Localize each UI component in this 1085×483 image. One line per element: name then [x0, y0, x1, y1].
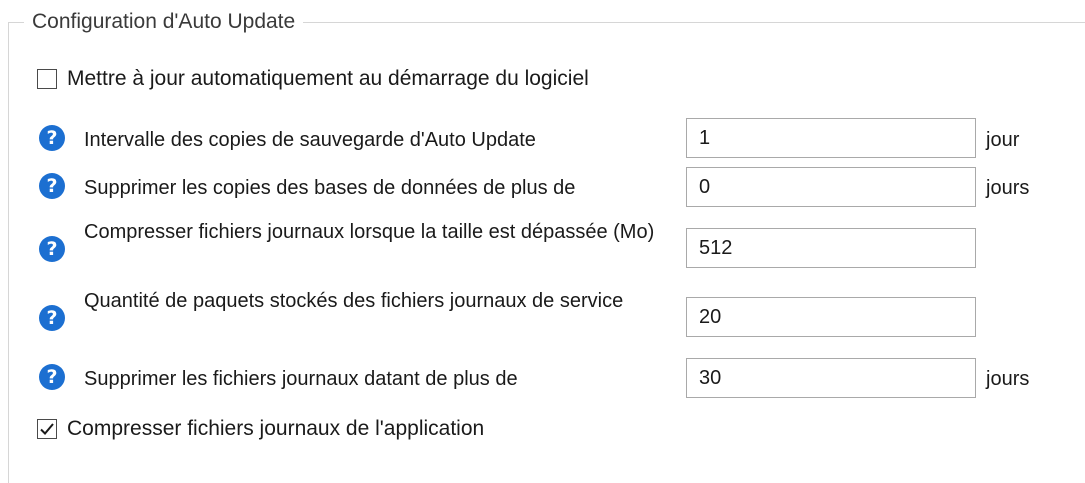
delete-old-logs-input[interactable] [686, 358, 976, 398]
auto-update-on-start-row[interactable]: Mettre à jour automatiquement au démarra… [37, 67, 589, 91]
backup-interval-label: Intervalle des copies de sauvegarde d'Au… [84, 129, 536, 151]
delete-old-logs-unit: jours [986, 368, 1030, 390]
checkmark-icon [40, 423, 54, 435]
backup-interval-input[interactable] [686, 118, 976, 158]
compress-app-logs-checkbox[interactable] [37, 419, 57, 439]
compress-app-logs-row[interactable]: Compresser fichiers journaux de l'applic… [37, 417, 484, 441]
compress-app-logs-label: Compresser fichiers journaux de l'applic… [67, 417, 485, 440]
delete-old-logs-label: Supprimer les fichiers journaux datant d… [84, 368, 518, 390]
service-log-packages-label: Quantité de paquets stockés des fichiers… [84, 290, 624, 312]
delete-db-copies-input[interactable] [686, 167, 976, 207]
help-icon[interactable]: ? [39, 125, 65, 151]
service-log-packages-input[interactable] [686, 297, 976, 337]
auto-update-on-start-checkbox[interactable] [37, 69, 57, 89]
compress-log-size-label: Compresser fichiers journaux lorsque la … [84, 221, 655, 243]
help-icon[interactable]: ? [39, 364, 65, 390]
help-icon[interactable]: ? [39, 236, 65, 262]
backup-interval-unit: jour [986, 129, 1020, 151]
groupbox-title: Configuration d'Auto Update [24, 9, 304, 35]
delete-db-copies-label: Supprimer les copies des bases de donnée… [84, 177, 576, 199]
auto-update-on-start-label: Mettre à jour automatiquement au démarra… [67, 67, 589, 90]
delete-db-copies-unit: jours [986, 177, 1030, 199]
help-icon[interactable]: ? [39, 173, 65, 199]
help-icon[interactable]: ? [39, 305, 65, 331]
compress-log-size-input[interactable] [686, 228, 976, 268]
